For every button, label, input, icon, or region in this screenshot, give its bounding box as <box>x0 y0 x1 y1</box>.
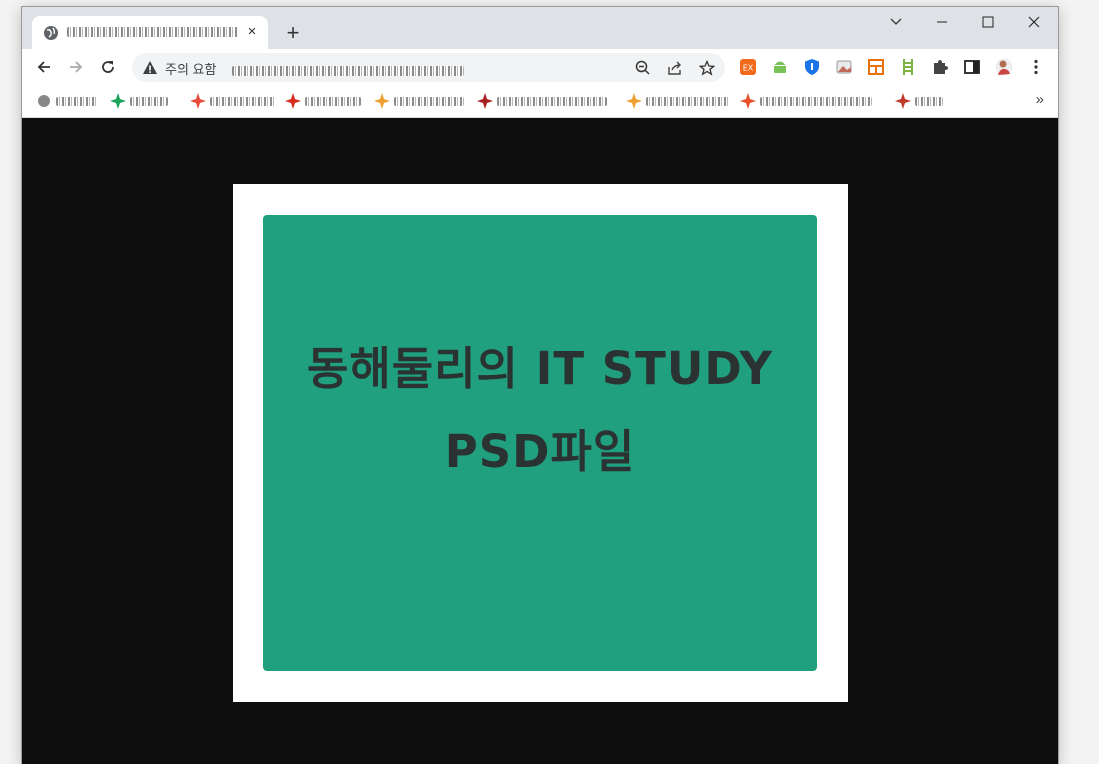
bookmark-item[interactable] <box>626 93 730 109</box>
bookmark-favicon-icon <box>626 93 642 109</box>
minimize-icon <box>937 21 947 23</box>
bookmark-favicon-icon <box>190 93 206 109</box>
tab-title <box>67 26 237 40</box>
tab-strip: × + <box>22 7 1058 49</box>
star-icon[interactable] <box>698 59 716 77</box>
globe-icon <box>44 25 58 40</box>
kebab-menu-icon[interactable] <box>1027 58 1045 76</box>
close-icon <box>1028 16 1040 28</box>
bookmark-favicon-icon <box>895 93 911 109</box>
image-extension-icon[interactable] <box>835 58 853 76</box>
maximize-icon <box>982 16 994 28</box>
close-window-button[interactable] <box>1011 7 1057 37</box>
sidepanel-icon[interactable] <box>963 58 981 76</box>
security-label[interactable]: 주의 요함 <box>165 59 216 78</box>
url-text[interactable] <box>232 63 464 81</box>
profile-avatar[interactable] <box>995 58 1013 76</box>
bookmark-favicon-icon <box>477 93 493 109</box>
warning-icon <box>143 61 157 74</box>
layout-extension-icon[interactable] <box>867 58 885 76</box>
bookmark-item[interactable] <box>190 93 276 109</box>
ex-extension-icon[interactable]: EX <box>739 58 757 76</box>
bookmarks-bar: » <box>22 85 1058 118</box>
bookmark-item[interactable] <box>477 93 607 109</box>
chevron-down-icon <box>890 18 902 25</box>
bookmark-favicon-icon <box>110 93 126 109</box>
bookmark-item[interactable] <box>374 93 464 109</box>
bookmark-item[interactable] <box>36 93 98 109</box>
share-icon[interactable] <box>666 59 684 77</box>
page-viewport: 동해둘리의 IT STUDY PSD파일 <box>22 118 1058 764</box>
bookmark-favicon-icon <box>285 93 301 109</box>
address-bar[interactable]: 주의 요함 <box>132 53 725 82</box>
bookmark-favicon-icon <box>740 93 756 109</box>
svg-text:EX: EX <box>743 64 754 73</box>
bookmarks-overflow-button[interactable]: » <box>1036 91 1044 108</box>
zoom-out-icon[interactable] <box>634 59 652 77</box>
puzzle-icon[interactable] <box>931 58 949 76</box>
bookmark-item[interactable] <box>740 93 872 109</box>
bookmark-item[interactable] <box>110 93 168 109</box>
ladder-extension-icon[interactable] <box>899 58 917 76</box>
title-card: 동해둘리의 IT STUDY PSD파일 <box>263 215 817 671</box>
reload-button[interactable] <box>97 56 119 78</box>
new-tab-button[interactable]: + <box>280 21 306 47</box>
shield-extension-icon[interactable] <box>803 58 821 76</box>
card-title-line2: PSD파일 <box>444 425 636 478</box>
reload-icon <box>102 61 114 73</box>
bookmark-item[interactable] <box>895 93 943 109</box>
image-frame: 동해둘리의 IT STUDY PSD파일 <box>233 184 848 702</box>
browser-tab[interactable]: × <box>32 16 268 49</box>
bookmark-item[interactable] <box>285 93 361 109</box>
card-title-line1: 동해둘리의 IT STUDY <box>306 342 774 395</box>
tab-search-button[interactable] <box>873 7 919 37</box>
bookmark-favicon-icon <box>374 93 390 109</box>
tab-close-icon[interactable]: × <box>244 24 260 40</box>
arrow-left-icon <box>37 61 50 73</box>
minimize-button[interactable] <box>919 7 965 37</box>
browser-window: × + 주의 요함 EX » 동해둘리의 IT STUDY PSD파일 <box>22 7 1058 764</box>
arrow-right-icon <box>70 61 83 73</box>
maximize-button[interactable] <box>965 7 1011 37</box>
back-button[interactable] <box>33 56 55 78</box>
android-icon[interactable] <box>771 58 789 76</box>
card-title: 동해둘리의 IT STUDY PSD파일 <box>263 327 817 493</box>
forward-button[interactable] <box>65 56 87 78</box>
bookmark-favicon-icon <box>38 95 50 107</box>
